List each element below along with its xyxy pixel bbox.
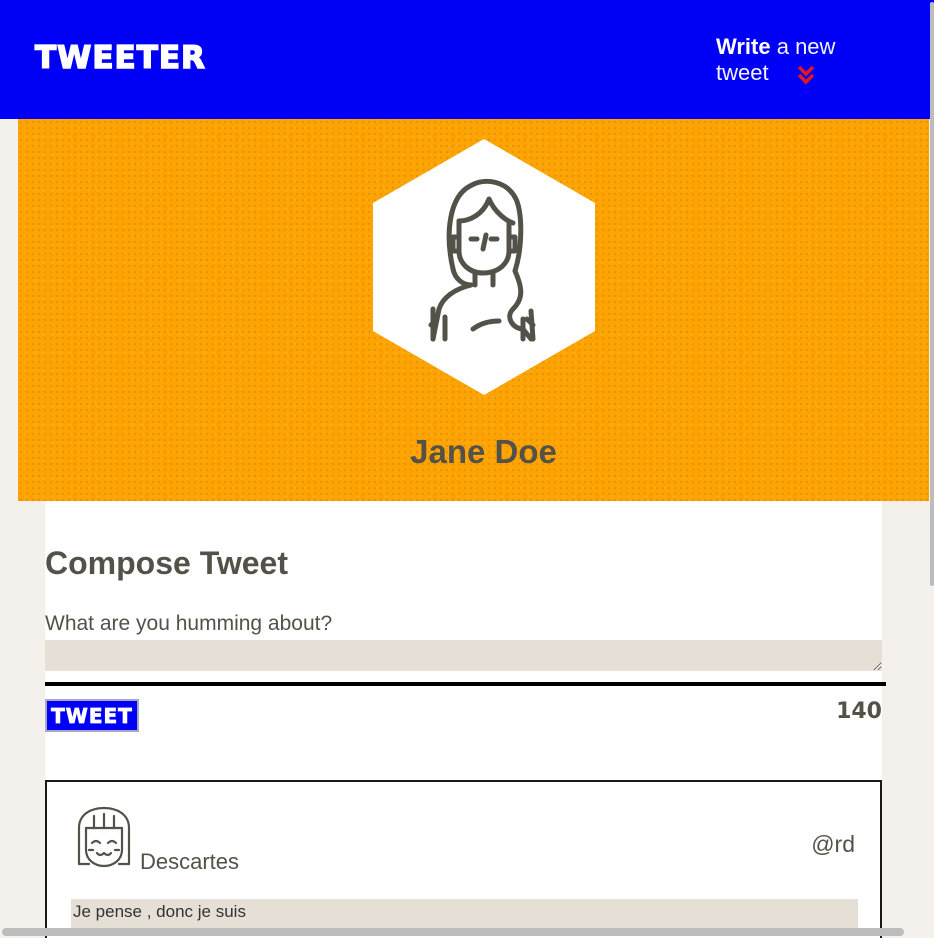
character-counter: 140 xyxy=(836,699,882,724)
vertical-scrollbar[interactable] xyxy=(930,2,934,586)
woman-avatar-icon xyxy=(373,139,595,395)
brand-logo[interactable]: TWEETER xyxy=(34,39,206,77)
write-label-bold: Write xyxy=(716,34,771,59)
compose-title: Compose Tweet xyxy=(45,545,288,581)
smiling-girl-avatar-icon xyxy=(77,806,131,868)
main-content: Compose Tweet What are you humming about… xyxy=(45,501,886,938)
profile-banner: Jane Doe xyxy=(18,119,929,501)
compose-prompt-label: What are you humming about? xyxy=(45,612,333,635)
compose-divider xyxy=(45,682,886,686)
tweet-text: Je pense , donc je suis xyxy=(71,899,858,929)
compose-form: What are you humming about? xyxy=(45,612,882,671)
horizontal-scrollbar[interactable] xyxy=(2,928,904,936)
tweet-author-name: Descartes xyxy=(140,849,240,874)
tweet-textarea[interactable] xyxy=(45,640,882,671)
top-navbar: TWEETER Write a new tweet xyxy=(0,0,934,119)
tweet-card: Descartes @rd Je pense , donc je suis xyxy=(45,780,882,938)
write-new-tweet-link[interactable]: Write a new tweet xyxy=(716,34,894,86)
double-chevron-down-icon[interactable] xyxy=(796,64,816,86)
tweet-author-handle: @rd xyxy=(811,831,855,857)
tweet-button[interactable]: TWEET xyxy=(45,699,139,732)
profile-name: Jane Doe xyxy=(410,433,557,470)
